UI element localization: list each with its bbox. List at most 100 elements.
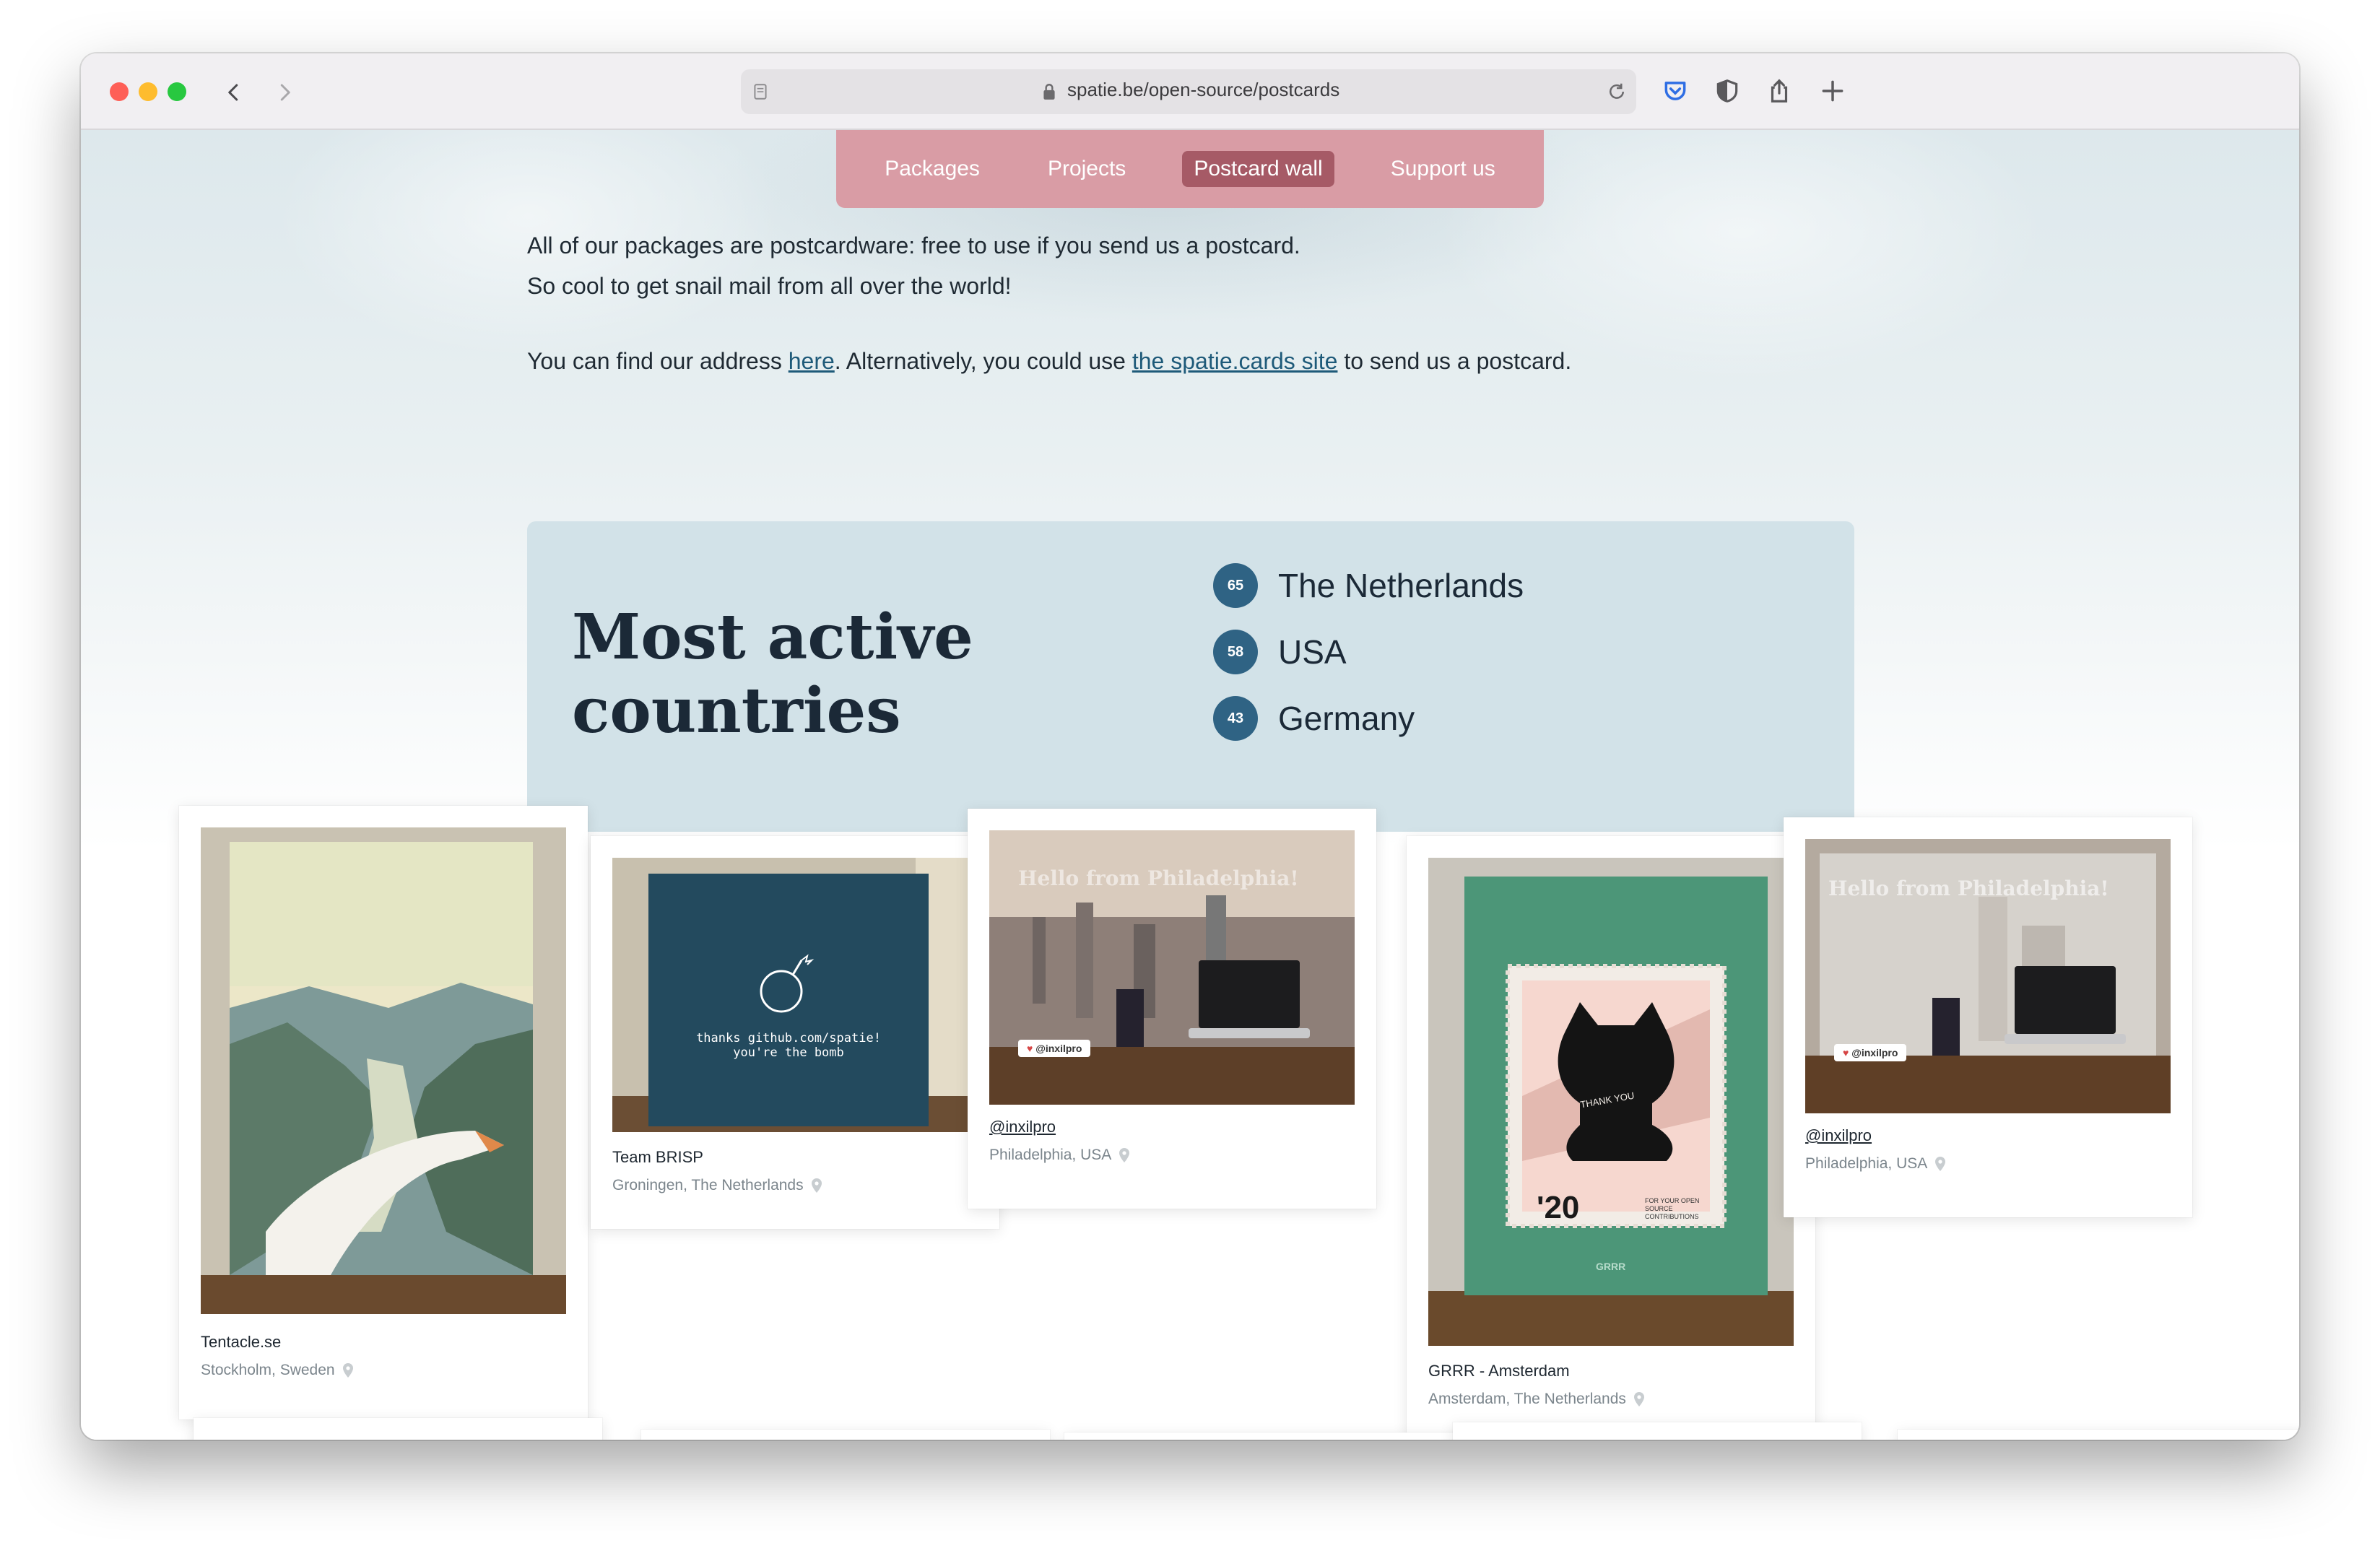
reload-icon[interactable]	[1606, 81, 1628, 103]
page-content: Packages Projects Postcard wall Support …	[81, 130, 2299, 1440]
menu-projects[interactable]: Projects	[1036, 151, 1137, 187]
postcard-card[interactable]	[1453, 1422, 1862, 1440]
card-tag: ♥ @inxilpro	[1018, 1040, 1091, 1057]
country-count-badge: 65	[1213, 563, 1258, 608]
new-tab-button[interactable]	[1812, 71, 1853, 111]
address-link[interactable]: here	[789, 348, 835, 374]
intro-address: You can find our address here. Alternati…	[527, 341, 1755, 381]
postcard-card[interactable]: thanks github.com/spatie! you're the bom…	[591, 836, 999, 1229]
menu-postcard-wall[interactable]: Postcard wall	[1182, 151, 1334, 187]
postcard-card[interactable]	[1064, 1432, 1473, 1440]
chevron-right-icon	[280, 84, 290, 101]
postcard-title-link[interactable]: @inxilpro	[989, 1118, 1056, 1136]
bomb-card-image	[612, 858, 978, 1132]
spatie-cards-link[interactable]: the spatie.cards site	[1132, 348, 1338, 374]
location-text: Groningen, The Netherlands	[612, 1177, 804, 1193]
menu-support-us[interactable]: Support us	[1379, 151, 1507, 187]
plus-icon	[1822, 80, 1843, 102]
location-text: Stockholm, Sweden	[201, 1362, 335, 1378]
country-item: 58 USA	[1213, 628, 1347, 676]
map-pin-icon	[1935, 1157, 1946, 1171]
postcard-card[interactable]	[1898, 1430, 2299, 1440]
card-handwriting: thanks github.com/spatie! you're the bom…	[648, 1031, 929, 1060]
postcard-title: GRRR - Amsterdam	[1428, 1362, 1570, 1380]
intro-line-2: So cool to get snail mail from all over …	[527, 273, 1012, 299]
map-pin-icon	[1633, 1392, 1644, 1406]
country-item: 65 The Netherlands	[1213, 562, 1524, 609]
menu-packages[interactable]: Packages	[873, 151, 991, 187]
back-button[interactable]	[214, 72, 254, 113]
brand-text: GRRR	[1596, 1261, 1626, 1272]
postcard-card[interactable]: Tentacle.se Stockholm, Sweden	[179, 806, 588, 1419]
card-tag-text: @inxilpro	[1035, 1043, 1082, 1054]
stamp-year: '20	[1537, 1190, 1580, 1225]
main-menu: Packages Projects Postcard wall Support …	[836, 130, 1544, 208]
postcard-card[interactable]: Hello from Philadelphia! ♥ @inxilpro @in…	[1784, 817, 2192, 1217]
heart-icon: ♥	[1843, 1047, 1849, 1058]
map-pin-icon	[811, 1178, 822, 1193]
card-text-line-2: you're the bomb	[733, 1045, 844, 1060]
goose-painting-image	[201, 827, 566, 1314]
postcard-title: Tentacle.se	[201, 1333, 282, 1351]
map-pin-icon	[1119, 1148, 1130, 1162]
card-caption: Hello from Philadelphia!	[1018, 866, 1299, 890]
card-caption: Hello from Philadelphia!	[1828, 877, 2109, 900]
country-name: USA	[1278, 633, 1347, 671]
card-tag: ♥ @inxilpro	[1834, 1044, 1907, 1061]
country-count-badge: 43	[1213, 696, 1258, 741]
privacy-button[interactable]	[1707, 71, 1747, 111]
heart-icon: ♥	[1027, 1043, 1033, 1054]
card-tag-text: @inxilpro	[1851, 1047, 1898, 1058]
postcard-card[interactable]	[194, 1418, 602, 1440]
postcard-location: Amsterdam, The Netherlands	[1428, 1391, 1646, 1408]
postcard-photo: thanks github.com/spatie! you're the bom…	[612, 858, 978, 1132]
postcard-location: Groningen, The Netherlands	[612, 1177, 824, 1194]
postcard-card[interactable]: '20 THANK YOU FOR YOUR OPEN SOURCE CONTR…	[1407, 836, 1815, 1440]
postcard-photo	[201, 827, 566, 1314]
postcard-card[interactable]: Hello from Philadelphia! ♥ @inxilpro @in…	[968, 809, 1376, 1209]
card-text-line-1: thanks github.com/spatie!	[696, 1031, 881, 1045]
location-text: Amsterdam, The Netherlands	[1428, 1391, 1626, 1407]
postcard-location: Stockholm, Sweden	[201, 1362, 355, 1379]
close-window-button[interactable]	[110, 82, 129, 101]
postcard-location: Philadelphia, USA	[989, 1147, 1132, 1164]
heading-line-1: Most active	[572, 601, 973, 674]
browser-window: spatie.be/open-source/postcards Packages…	[81, 53, 2299, 1440]
location-text: Philadelphia, USA	[989, 1147, 1112, 1163]
postcard-title: Team BRISP	[612, 1148, 703, 1166]
minimize-window-button[interactable]	[139, 82, 157, 101]
map-pin-icon	[342, 1363, 353, 1378]
shield-icon	[1716, 79, 1738, 103]
country-name: Germany	[1278, 700, 1415, 737]
intro-text: All of our packages are postcardware: fr…	[527, 225, 1755, 381]
share-icon	[1771, 79, 1788, 103]
chevron-left-icon	[228, 84, 238, 101]
country-name: The Netherlands	[1278, 567, 1524, 604]
pocket-button[interactable]	[1655, 71, 1695, 111]
countries-heading: Most active countries	[572, 601, 1077, 748]
postcard-location: Philadelphia, USA	[1805, 1155, 1947, 1173]
zoom-window-button[interactable]	[168, 82, 186, 101]
pocket-icon	[1664, 82, 1686, 100]
postcard-photo: '20 THANK YOU FOR YOUR OPEN SOURCE CONTR…	[1428, 858, 1794, 1346]
lock-icon	[1043, 84, 1055, 100]
location-text: Philadelphia, USA	[1805, 1155, 1928, 1172]
browser-toolbar: spatie.be/open-source/postcards	[81, 53, 2299, 130]
country-item: 43 Germany	[1213, 695, 1415, 742]
forward-button[interactable]	[264, 72, 305, 113]
postcard-photo: Hello from Philadelphia! ♥ @inxilpro	[1805, 839, 2171, 1113]
intro-line-1: All of our packages are postcardware: fr…	[527, 232, 1300, 258]
heading-line-2: countries	[572, 674, 901, 747]
address-prefix: You can find our address	[527, 348, 789, 374]
url-text: spatie.be/open-source/postcards	[1067, 79, 1340, 100]
address-middle: . Alternatively, you could use	[834, 348, 1132, 374]
postcard-photo: Hello from Philadelphia! ♥ @inxilpro	[989, 830, 1355, 1105]
postcard-title-link[interactable]: @inxilpro	[1805, 1126, 1872, 1145]
postcard-card[interactable]	[641, 1430, 1050, 1440]
most-active-countries: Most active countries 65 The Netherlands …	[527, 521, 1854, 832]
address-bar[interactable]: spatie.be/open-source/postcards	[741, 69, 1636, 114]
share-button[interactable]	[1759, 71, 1799, 111]
country-count-badge: 58	[1213, 630, 1258, 674]
address-suffix: to send us a postcard.	[1337, 348, 1572, 374]
page-icon	[754, 84, 767, 100]
